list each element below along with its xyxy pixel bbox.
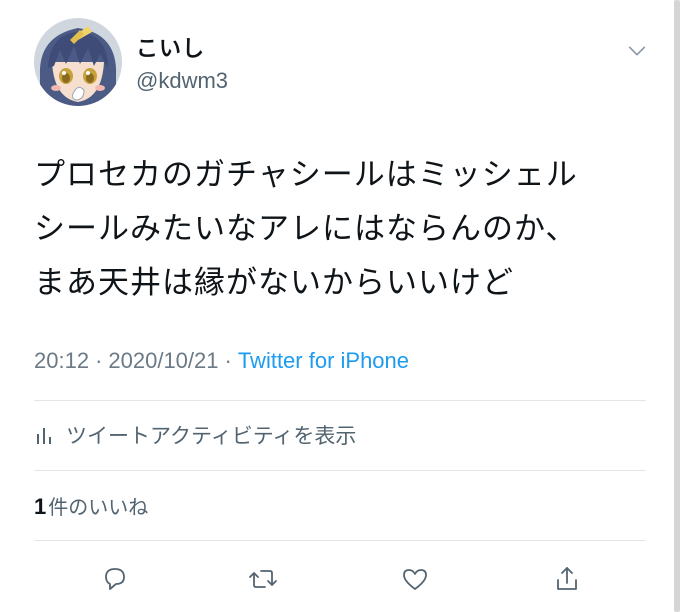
view-activity-button[interactable]: ツイートアクティビティを表示 bbox=[34, 420, 356, 450]
divider bbox=[34, 540, 646, 541]
display-name[interactable]: こいし bbox=[136, 36, 228, 64]
tweet-meta: 20:12 · 2020/10/21 · Twitter for iPhone bbox=[34, 346, 409, 376]
tweet-text-line: プロセカのガチャシールはミッシェル bbox=[34, 157, 578, 193]
user-handle[interactable]: @kdwm3 bbox=[136, 66, 228, 96]
heart-icon[interactable] bbox=[398, 562, 432, 596]
reply-icon[interactable] bbox=[98, 562, 132, 596]
divider bbox=[34, 400, 646, 401]
tweet-text-line: シールみたいなアレにはならんのか、 bbox=[34, 211, 578, 247]
likes-summary[interactable]: 1 件のいいね bbox=[34, 492, 148, 522]
tweet-date[interactable]: 2020/10/21 bbox=[108, 348, 218, 373]
separator: · bbox=[95, 348, 103, 373]
divider bbox=[34, 470, 646, 471]
avatar[interactable] bbox=[34, 18, 122, 106]
scrollbar[interactable] bbox=[674, 0, 680, 612]
tweet-text-line: まあ天井は縁がないからいいけど bbox=[34, 265, 514, 301]
author-names[interactable]: こいし @kdwm3 bbox=[136, 36, 228, 96]
activity-label: ツイートアクティビティを表示 bbox=[66, 424, 357, 448]
action-bar bbox=[34, 558, 646, 602]
chevron-down-icon[interactable] bbox=[626, 40, 648, 62]
tweet-header: こいし @kdwm3 bbox=[34, 18, 654, 114]
likes-count: 1 bbox=[34, 494, 47, 519]
likes-label: 件のいいね bbox=[48, 495, 149, 519]
source-link[interactable]: Twitter for iPhone bbox=[238, 348, 409, 373]
retweet-icon[interactable] bbox=[246, 562, 280, 596]
tweet-time[interactable]: 20:12 bbox=[34, 348, 89, 373]
bar-chart-icon bbox=[34, 424, 56, 446]
scrollbar-thumb[interactable] bbox=[674, 0, 680, 612]
share-icon[interactable] bbox=[550, 562, 584, 596]
separator: · bbox=[224, 348, 232, 373]
tweet-text: プロセカのガチャシールはミッシェル シールみたいなアレにはならんのか、 まあ天井… bbox=[34, 148, 654, 310]
